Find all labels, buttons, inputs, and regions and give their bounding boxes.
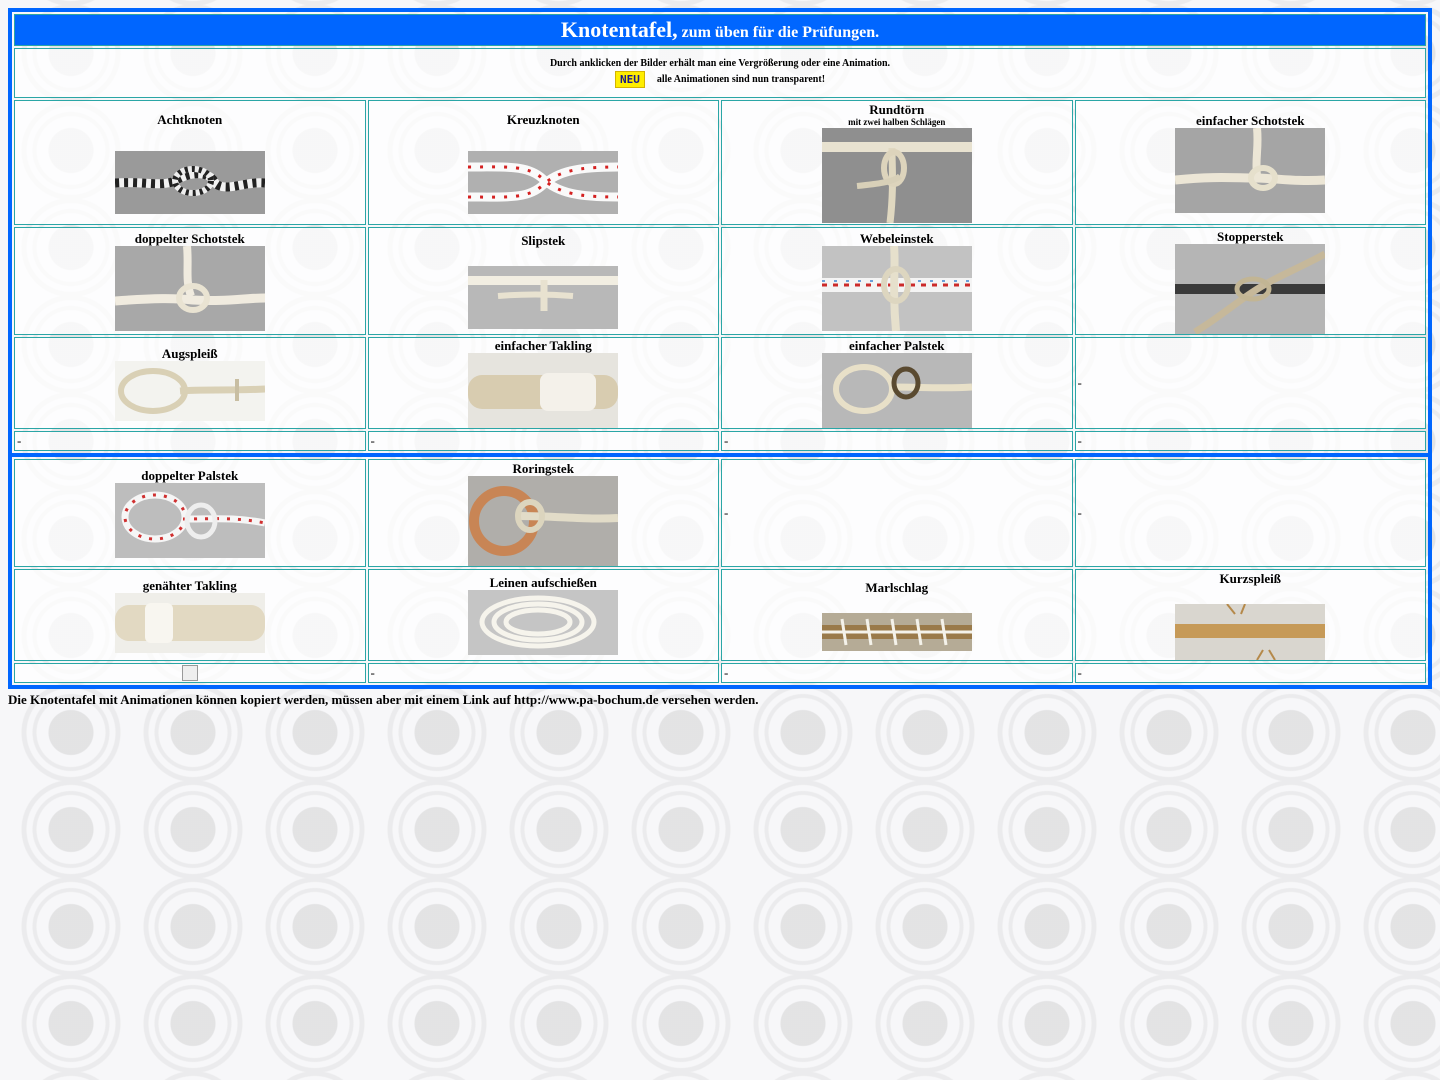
knot-label: doppelter Palstek: [141, 468, 239, 483]
cell-empty: -: [721, 431, 1073, 451]
cell-achtknoten: Achtknoten: [14, 100, 366, 225]
knot-label: einfacher Palstek: [849, 338, 945, 353]
info-transparent-note: alle Animationen sind nun transparent!: [656, 73, 826, 85]
cell-roringstek: Roringstek: [367, 459, 719, 567]
knot-label: Slipstek: [521, 233, 566, 248]
einfacher-palstek-photo[interactable]: [821, 353, 972, 428]
cell-marlschlag: Marlschlag: [721, 569, 1073, 661]
achtknoten-photo[interactable]: [114, 150, 265, 214]
page: Knotentafel, zum üben für die Prüfungen.…: [8, 8, 1432, 708]
knot-label: Kurzspleiß: [1219, 570, 1281, 586]
knot-label: Kreuzknoten: [506, 111, 580, 127]
knot-label: genähter Takling: [142, 577, 237, 593]
cell-einfacher-palstek: einfacher Palstek: [721, 337, 1073, 429]
webeleinstek-photo[interactable]: [821, 246, 972, 331]
cell-genaehter-takling: genähter Takling: [14, 569, 366, 661]
knot-sublabel: mit zwei halben Schlägen: [848, 117, 946, 127]
page-title: Knotentafel,: [560, 17, 678, 42]
cell-kurzspleiss: Kurzspleiß: [1074, 569, 1426, 661]
info-instruction: Durch anklicken der Bilder erhält man ei…: [549, 58, 891, 69]
cell-einfacher-takling: einfacher Takling: [367, 337, 719, 429]
cell-einfacher-schotstek: einfacher Schotstek: [1074, 100, 1426, 225]
knot-label: Leinen aufschießen: [489, 575, 597, 590]
cell-empty: -: [14, 431, 366, 451]
cell-empty: -: [1074, 431, 1426, 451]
knot-label: einfacher Takling: [494, 338, 592, 353]
cell-stopperstek: Stopperstek: [1074, 227, 1426, 335]
cell-empty: -: [367, 663, 719, 683]
cell-empty: -: [721, 663, 1073, 683]
knot-label: doppelter Schotstek: [134, 231, 245, 246]
kurzspleiss-photo[interactable]: [1175, 603, 1326, 660]
doppelter-palstek-photo[interactable]: [114, 483, 265, 558]
cell-slipstek: Slipstek: [367, 227, 719, 335]
cell-doppelter-palstek: doppelter Palstek: [14, 459, 366, 567]
cell-empty: -: [721, 459, 1073, 567]
stopperstek-photo[interactable]: [1175, 243, 1326, 334]
page-subtitle: zum üben für die Prüfungen.: [677, 24, 880, 41]
cell-webeleinstek: Webeleinstek: [721, 227, 1073, 335]
doppelter-schotstek-photo[interactable]: [114, 246, 265, 331]
cell-empty: -: [1074, 337, 1426, 429]
copyright-footer: Die Knotentafel mit Animationen können k…: [8, 692, 759, 707]
knot-label: Webeleinstek: [859, 231, 934, 246]
einfacher-schotstek-photo[interactable]: [1175, 127, 1326, 213]
cell-leinen-aufschiessen: Leinen aufschießen: [367, 569, 719, 661]
leinen-aufschiessen-photo[interactable]: [468, 590, 619, 655]
knot-label: einfacher Schotstek: [1196, 112, 1305, 128]
kreuzknoten-photo[interactable]: [468, 150, 619, 214]
cell-broken-image: [14, 663, 366, 683]
title-bar: Knotentafel, zum üben für die Prüfungen.: [14, 14, 1426, 46]
slipstek-photo[interactable]: [468, 266, 619, 329]
marlschlag-photo[interactable]: [821, 612, 972, 651]
roringstek-photo[interactable]: [468, 475, 619, 566]
cell-empty: -: [1074, 459, 1426, 567]
cell-empty: -: [1074, 663, 1426, 683]
knot-label: Rundtörn: [869, 102, 925, 117]
rundtoern-photo[interactable]: [821, 128, 972, 223]
cell-augspleiss: Augspleiß: [14, 337, 366, 429]
einfacher-takling-photo[interactable]: [468, 353, 619, 428]
knot-table-frame: Knotentafel, zum üben für die Prüfungen.…: [8, 8, 1432, 689]
knot-label: Augspleiß: [161, 345, 218, 361]
neu-badge-icon: NEU: [614, 71, 645, 88]
augspleiss-photo[interactable]: [114, 360, 265, 421]
broken-image-icon[interactable]: [181, 665, 198, 682]
knot-label: Roringstek: [512, 460, 574, 476]
genaehter-takling-photo[interactable]: [114, 592, 265, 653]
knot-label: Marlschlag: [865, 579, 929, 595]
knot-label: Achtknoten: [157, 111, 223, 127]
cell-kreuzknoten: Kreuzknoten: [367, 100, 719, 225]
knot-label: Stopperstek: [1217, 228, 1284, 244]
info-cell: Durch anklicken der Bilder erhält man ei…: [14, 48, 1426, 98]
cell-empty: -: [367, 431, 719, 451]
cell-doppelter-schotstek: doppelter Schotstek: [14, 227, 366, 335]
knot-table-1: Knotentafel, zum üben für die Prüfungen.…: [12, 12, 1428, 453]
cell-rundtoern: Rundtörn mit zwei halben Schlägen: [721, 100, 1073, 225]
knot-table-2: doppelter Palstek Roringstek - - genähte…: [12, 457, 1428, 685]
